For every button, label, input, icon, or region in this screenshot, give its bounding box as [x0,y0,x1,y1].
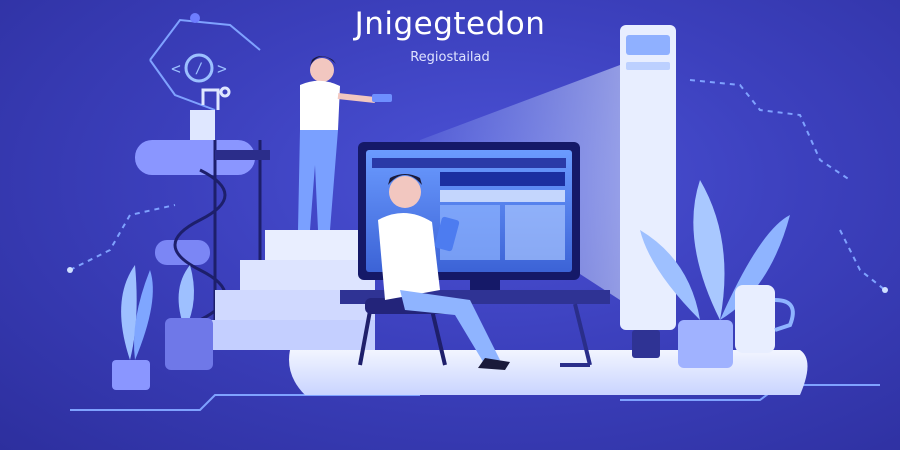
server-tower [620,25,676,330]
page-subtitle: Regiostailad [410,50,490,65]
illustration-scene: / < > Jnigegtedon Regiostailad [0,0,900,450]
illustration-svg: / < > [67,13,888,411]
tablet-icon [372,94,392,102]
plant-left [112,265,153,390]
document-icon [735,285,795,353]
page-title: Jnigegtedon [354,6,546,42]
